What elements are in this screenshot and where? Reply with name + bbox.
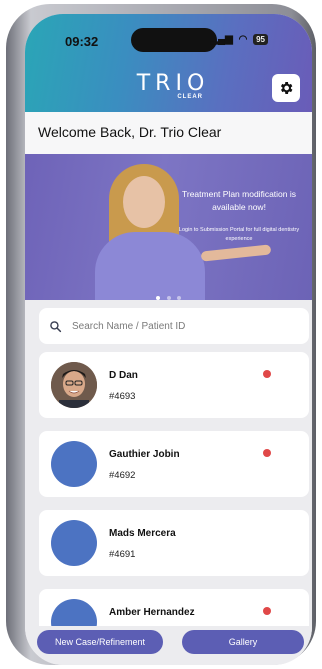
- settings-button[interactable]: [272, 74, 300, 102]
- banner-subtitle: Login to Submission Portal for full digi…: [178, 227, 300, 242]
- welcome-text: Welcome Back, Dr. Trio Clear: [38, 124, 222, 140]
- patient-name: Gauthier Jobin: [109, 449, 180, 460]
- gallery-button[interactable]: Gallery: [182, 630, 304, 654]
- search-icon: [50, 320, 62, 332]
- welcome-bar: Welcome Back, Dr. Trio Clear: [25, 112, 312, 155]
- patient-id: #4693: [109, 391, 136, 402]
- search-bar[interactable]: [39, 308, 309, 344]
- header-bar: 09:32 ▂▄▆ ◠ 95 TRIO CLEAR: [25, 14, 312, 112]
- avatar: [51, 441, 97, 487]
- search-input[interactable]: [70, 319, 284, 333]
- status-dot: [263, 449, 271, 457]
- banner-title: Treatment Plan modification is available…: [181, 189, 296, 212]
- patient-name: D Dan: [109, 370, 138, 381]
- bottom-action-bar: New Case/Refinement Gallery: [25, 626, 312, 665]
- phone-frame: 09:32 ▂▄▆ ◠ 95 TRIO CLEAR Welcome Back, …: [6, 4, 316, 665]
- carousel-dot[interactable]: [176, 296, 181, 300]
- dynamic-island: [131, 28, 217, 52]
- patient-card[interactable]: Gauthier Jobin #4692: [39, 431, 309, 497]
- signal-icon: ▂▄▆: [210, 34, 233, 45]
- patient-name: Mads Mercera: [109, 528, 176, 539]
- banner-photo-face: [123, 176, 165, 228]
- status-time: 09:32: [65, 34, 99, 49]
- status-dot: [263, 370, 271, 378]
- avatar: [51, 520, 97, 566]
- new-case-button[interactable]: New Case/Refinement: [37, 630, 163, 654]
- patient-card[interactable]: D Dan #4693: [39, 352, 309, 418]
- promo-banner[interactable]: Treatment Plan modification is available…: [25, 154, 312, 300]
- status-icons: ▂▄▆ ◠ 95: [210, 34, 268, 45]
- carousel-dots[interactable]: [25, 287, 312, 300]
- app-screen: 09:32 ▂▄▆ ◠ 95 TRIO CLEAR Welcome Back, …: [25, 14, 312, 665]
- patient-id: #4691: [109, 549, 136, 560]
- carousel-dot[interactable]: [166, 296, 171, 300]
- battery-icon: 95: [253, 34, 268, 45]
- trio-clear-logo: TRIO CLEAR: [133, 71, 213, 101]
- patient-card[interactable]: Mads Mercera #4691: [39, 510, 309, 576]
- avatar: [51, 362, 97, 408]
- carousel-dot[interactable]: [156, 296, 161, 300]
- patient-name: Amber Hernandez: [109, 607, 195, 618]
- logo-text: TRIO: [136, 71, 210, 96]
- gear-icon: [280, 82, 293, 94]
- banner-photo-hand: [200, 244, 272, 262]
- wifi-icon: ◠: [238, 34, 248, 45]
- avatar-photo: [51, 362, 97, 408]
- patient-id: #4692: [109, 470, 136, 481]
- status-dot: [263, 607, 271, 615]
